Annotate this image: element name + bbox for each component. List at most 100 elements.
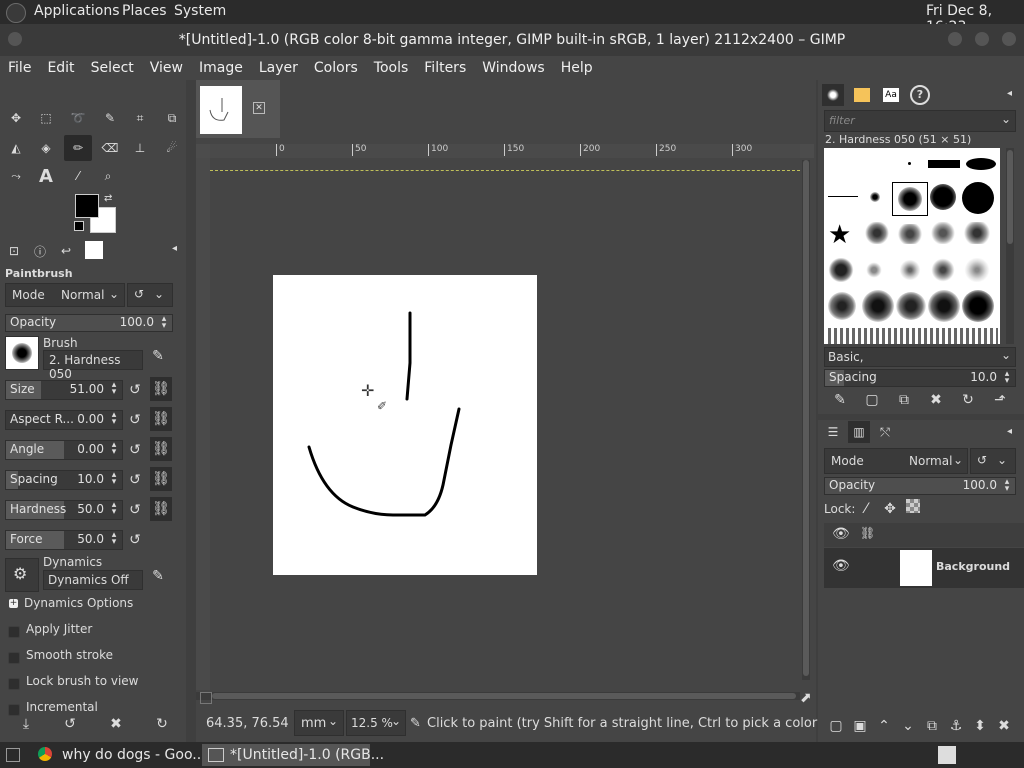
checkbox-label[interactable]: Lock brush to view bbox=[26, 674, 139, 688]
restore-options-icon[interactable]: ↺ bbox=[60, 714, 80, 734]
reset-slider-icon[interactable]: ↺ bbox=[125, 440, 145, 460]
brush-item[interactable] bbox=[930, 222, 956, 244]
brush-item[interactable] bbox=[896, 260, 924, 280]
layer-row-background[interactable]: 👁 Background bbox=[824, 548, 1024, 588]
spin-arrows-icon[interactable]: ▴ ▾ bbox=[108, 411, 120, 427]
delete-layer-icon[interactable]: ✖ bbox=[994, 716, 1014, 736]
configure-tab-icon[interactable]: ◂ bbox=[1007, 426, 1012, 437]
menu-tools[interactable]: Tools bbox=[366, 56, 417, 80]
brush-item[interactable] bbox=[896, 224, 924, 244]
spin-arrows-icon[interactable]: ▴ ▾ bbox=[1001, 370, 1013, 386]
brush-item[interactable] bbox=[966, 158, 996, 170]
checkbox[interactable] bbox=[8, 626, 20, 638]
image-canvas[interactable]: ✛ ✐ bbox=[273, 275, 537, 575]
taskbar-item-gimp[interactable]: *[Untitled]-1.0 (RGB... bbox=[202, 744, 384, 766]
brush-item[interactable] bbox=[870, 192, 880, 202]
quick-mask-icon[interactable] bbox=[200, 692, 212, 704]
link-to-brush-icon[interactable]: ⛓ bbox=[150, 467, 172, 491]
dynamics-preview[interactable]: ⚙ bbox=[5, 558, 39, 592]
close-tab-icon[interactable]: ✕ bbox=[253, 102, 265, 114]
brush-tag-select[interactable]: Basic, ⌄ bbox=[824, 347, 1016, 367]
brush-name-field[interactable]: 2. Hardness 050 bbox=[43, 350, 143, 381]
slider-force[interactable]: Force 50.0 ▴ ▾ bbox=[5, 530, 123, 550]
brush-preview[interactable] bbox=[5, 336, 39, 370]
zoom-toggle-icon[interactable] bbox=[800, 144, 814, 158]
spin-arrows-icon[interactable]: ▴ ▾ bbox=[108, 501, 120, 517]
window-menu-icon[interactable] bbox=[8, 32, 22, 46]
device-status-tab-icon[interactable]: ⓘ bbox=[29, 240, 51, 262]
mode-select[interactable]: Mode Normal ⌄ bbox=[5, 283, 125, 307]
lower-layer-icon[interactable]: ⌄ bbox=[898, 716, 918, 736]
fuzzy-select-tool-icon[interactable]: ✎ bbox=[98, 106, 122, 130]
reset-slider-icon[interactable]: ↺ bbox=[125, 530, 145, 550]
brush-grid[interactable]: ★ bbox=[824, 148, 1000, 344]
checkbox-label[interactable]: Apply Jitter bbox=[26, 622, 92, 636]
slider-hardness[interactable]: Hardness 50.0 ▴ ▾ bbox=[5, 500, 123, 520]
checkbox-label[interactable]: Smooth stroke bbox=[26, 648, 113, 662]
anchor-layer-icon[interactable]: ⚓ bbox=[946, 716, 966, 736]
undo-history-tab-icon[interactable]: ↩ bbox=[55, 240, 77, 262]
link-to-brush-icon[interactable]: ⛓ bbox=[150, 437, 172, 461]
configure-tab-icon[interactable]: ◂ bbox=[172, 243, 177, 254]
swap-colors-icon[interactable]: ⇄ bbox=[104, 193, 112, 204]
mode-reset-select[interactable]: ↺ ⌄ bbox=[127, 283, 173, 307]
spin-arrows-icon[interactable]: ▴ ▾ bbox=[108, 381, 120, 397]
slider-spacing[interactable]: Spacing 10.0 ▴ ▾ bbox=[5, 470, 123, 490]
checkbox[interactable] bbox=[8, 652, 20, 664]
brush-item[interactable] bbox=[962, 258, 992, 282]
link-to-brush-icon[interactable]: ⛓ bbox=[150, 497, 172, 521]
layer-mode-select[interactable]: Mode Normal ⌄ bbox=[824, 448, 968, 474]
brush-item[interactable] bbox=[962, 222, 992, 244]
dynamics-name-field[interactable]: Dynamics Off bbox=[43, 570, 143, 590]
delete-brush-icon[interactable]: ✖ bbox=[926, 390, 946, 410]
places-menu[interactable]: Places bbox=[122, 3, 167, 19]
delete-options-icon[interactable]: ✖ bbox=[106, 714, 126, 734]
brush-item[interactable] bbox=[864, 222, 890, 244]
menu-filters[interactable]: Filters bbox=[416, 56, 474, 80]
image-tab[interactable]: ✕ bbox=[196, 80, 280, 138]
checkbox-label[interactable]: Incremental bbox=[26, 700, 98, 714]
brush-item[interactable] bbox=[930, 258, 956, 282]
clone-tool-icon[interactable]: ⊥ bbox=[128, 136, 152, 160]
edit-brush-icon[interactable]: ✎ bbox=[830, 390, 850, 410]
configure-tab-icon[interactable]: ◂ bbox=[1007, 88, 1012, 99]
brush-grid-scroll-thumb[interactable] bbox=[1007, 150, 1013, 244]
move-tool-icon[interactable]: ✥ bbox=[4, 106, 28, 130]
fonts-tab-icon[interactable]: Aa bbox=[880, 84, 902, 106]
slider-size[interactable]: Size 51.00 ▴ ▾ bbox=[5, 380, 123, 400]
paintbrush-tool-icon[interactable]: ✏ bbox=[64, 135, 92, 161]
ruler-corner[interactable] bbox=[196, 144, 210, 158]
images-tab-icon[interactable] bbox=[85, 241, 103, 259]
crop-tool-icon[interactable]: ⌗ bbox=[128, 106, 152, 130]
duplicate-layer-icon[interactable]: ⧉ bbox=[922, 716, 942, 736]
warp-tool-icon[interactable]: ◭ bbox=[4, 136, 28, 160]
smudge-tool-icon[interactable]: ☄ bbox=[160, 136, 184, 160]
layers-tab-icon[interactable]: ☰ bbox=[822, 421, 844, 443]
new-brush-icon[interactable]: ▢ bbox=[862, 390, 882, 410]
reset-slider-icon[interactable]: ↺ bbox=[125, 410, 145, 430]
menu-windows[interactable]: Windows bbox=[474, 56, 553, 80]
reset-slider-icon[interactable]: ↺ bbox=[125, 500, 145, 520]
applications-menu[interactable]: Applications bbox=[34, 3, 120, 19]
save-options-icon[interactable]: ⤓ bbox=[16, 714, 36, 734]
lock-alpha-icon[interactable] bbox=[906, 499, 920, 513]
open-brush-as-image-icon[interactable]: ⬏ bbox=[990, 390, 1010, 410]
brushes-tab-icon[interactable] bbox=[822, 84, 844, 106]
lock-position-icon[interactable]: ✥ bbox=[880, 499, 900, 519]
brush-item[interactable] bbox=[908, 162, 911, 165]
menu-logo-icon[interactable] bbox=[6, 3, 26, 23]
default-colors-icon[interactable] bbox=[74, 221, 84, 231]
menu-layer[interactable]: Layer bbox=[251, 56, 306, 80]
color-picker-tool-icon[interactable]: ⁄ bbox=[66, 164, 90, 188]
brush-grid-scrollbar[interactable] bbox=[1006, 148, 1014, 344]
edit-brush-icon[interactable]: ✎ bbox=[148, 346, 168, 366]
brush-item[interactable] bbox=[928, 290, 960, 322]
spin-arrows-icon[interactable]: ▴ ▾ bbox=[1001, 478, 1013, 494]
spin-arrows-icon[interactable]: ▴ ▾ bbox=[158, 315, 170, 331]
left-ruler[interactable] bbox=[196, 158, 210, 690]
brush-item[interactable] bbox=[930, 184, 956, 210]
top-ruler[interactable]: 0 50 100 150 200 250 300 bbox=[210, 144, 800, 158]
brush-item[interactable] bbox=[962, 182, 994, 214]
brush-item[interactable] bbox=[828, 258, 854, 282]
brush-spacing-slider[interactable]: Spacing 10.0 ▴ ▾ bbox=[824, 369, 1016, 387]
